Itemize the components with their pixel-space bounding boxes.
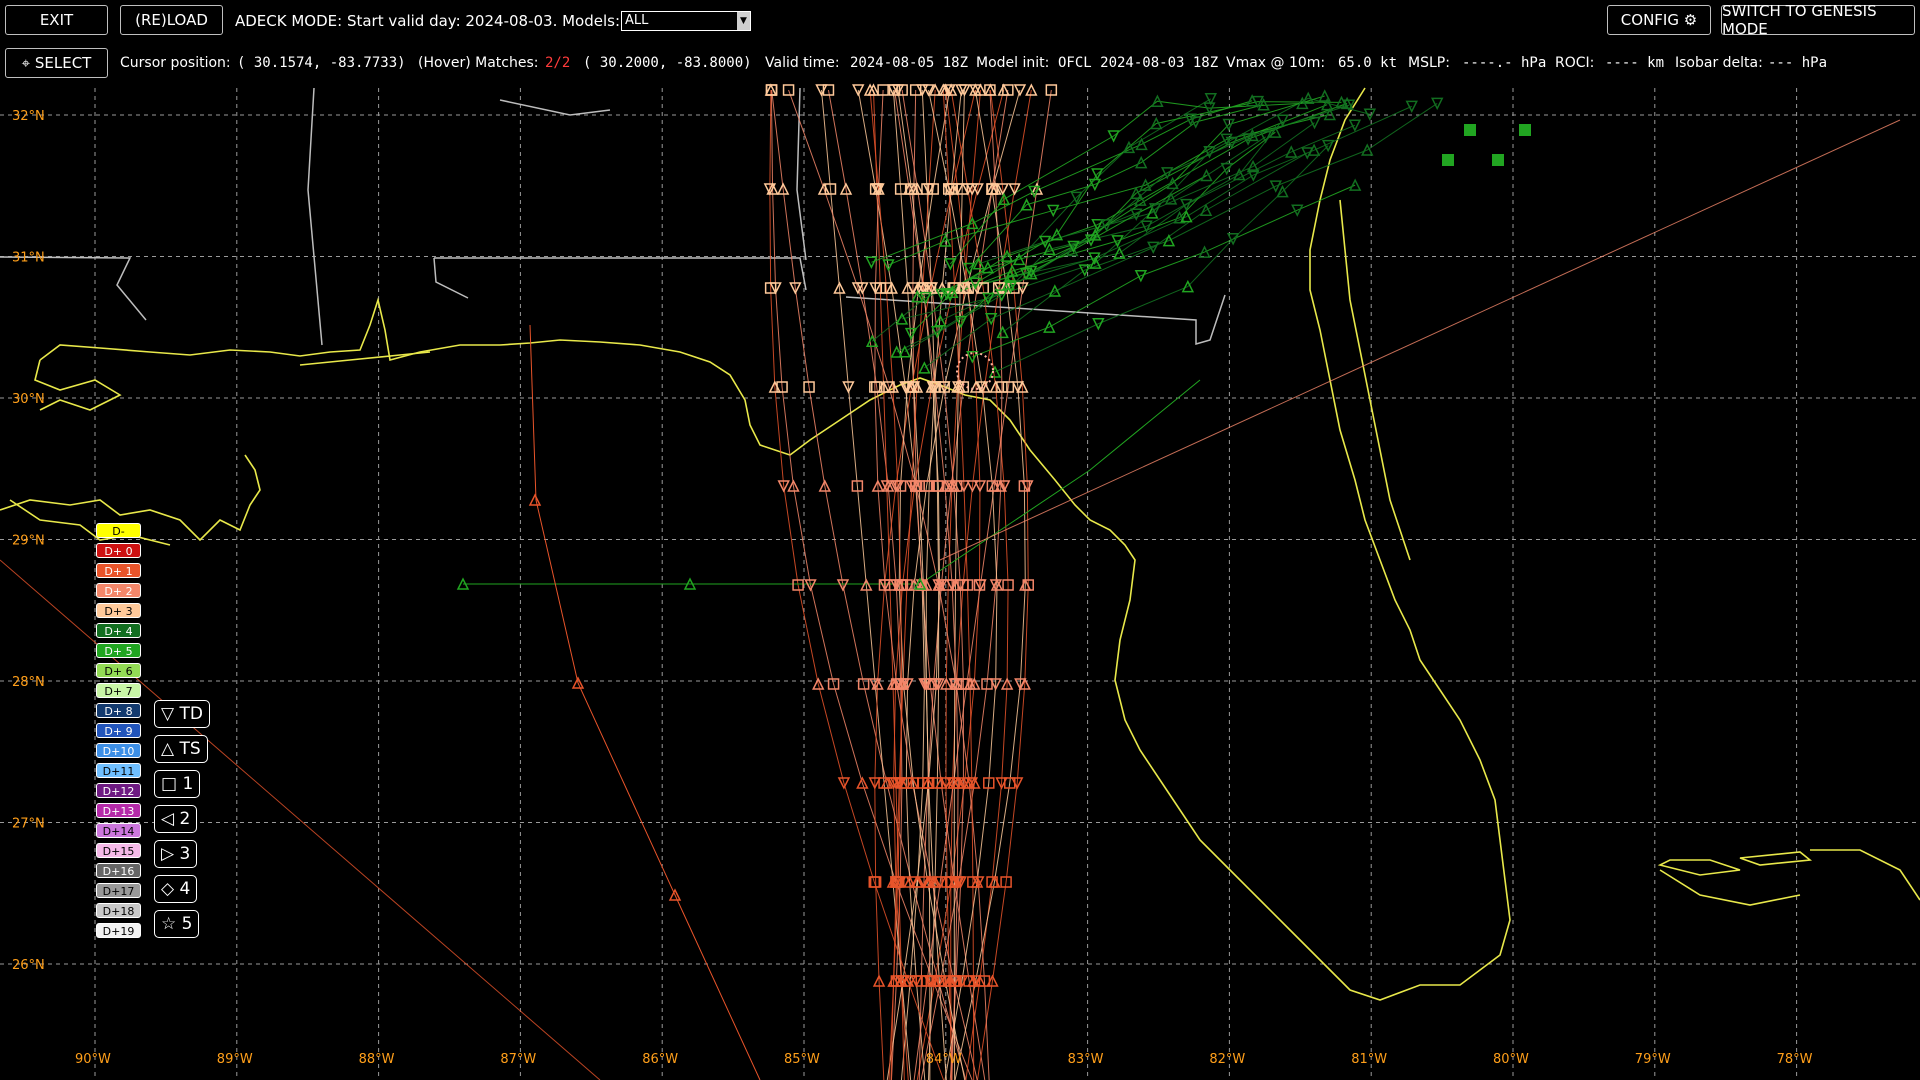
exit-button[interactable]: EXIT <box>5 5 108 35</box>
legend-day-swatch: D+ 5 <box>96 643 141 658</box>
forecast-track-line <box>529 324 761 1080</box>
lon-label: 86°W <box>642 1052 678 1067</box>
lon-label: 87°W <box>500 1052 536 1067</box>
legend-intensity-item: ▷ 3 <box>154 840 198 868</box>
vmax-label: Vmax @ 10m: <box>1226 55 1326 71</box>
forecast-track-line <box>463 379 1201 585</box>
lon-label: 82°W <box>1209 1052 1245 1067</box>
lon-label: 89°W <box>217 1052 253 1067</box>
lat-label: 29°N <box>12 534 45 549</box>
lat-label: 28°N <box>12 675 45 690</box>
track-point-marker <box>1442 154 1454 166</box>
forecast-track-line <box>939 119 1901 561</box>
legend-day-swatch: D+18 <box>96 903 141 918</box>
mslp-value: ----.- hPa <box>1462 55 1547 71</box>
mslp-label: MSLP: <box>1408 55 1450 71</box>
lat-label: 31°N <box>12 251 45 266</box>
legend-day-swatch: D+ 4 <box>96 623 141 638</box>
latitude-labels: 32°N 31°N 30°N 29°N 28°N 27°N 26°N <box>12 109 45 973</box>
legend-intensity-item: ◁ 2 <box>154 805 198 833</box>
model-filter-value: ALL <box>625 13 649 28</box>
vmax-value: 65.0 kt <box>1338 55 1398 71</box>
lat-label: 30°N <box>12 392 45 407</box>
lat-label: 32°N <box>12 109 45 124</box>
valid-time-label: Valid time: <box>765 55 840 71</box>
chevron-down-icon: ▼ <box>737 12 750 30</box>
forecast-track-line <box>0 559 601 1080</box>
adeck-mode-text: ADECK MODE: Start valid day: 2024-08-03.… <box>235 12 669 30</box>
cursor-position-value: ( 30.1574, -83.7733) <box>237 55 406 71</box>
lon-label: 78°W <box>1777 1052 1813 1067</box>
longitude-labels: 90°W 89°W 88°W 87°W 86°W 85°W 84°W 83°W 82°W 81°W… <box>75 1052 1813 1067</box>
map-canvas[interactable]: 32°N 31°N 30°N 29°N 28°N 27°N 26°N 90°W 89°W 88°… <box>0 0 1920 1080</box>
legend-day-swatch: D+19 <box>96 923 141 938</box>
model-init-value: OFCL 2024-08-03 18Z <box>1058 55 1219 71</box>
lat-label: 27°N <box>12 817 45 832</box>
lon-label: 90°W <box>75 1052 111 1067</box>
track-point-marker <box>528 493 542 506</box>
legend-intensity-item: △ TS <box>154 735 208 763</box>
lon-label: 85°W <box>784 1052 820 1067</box>
reload-button[interactable]: (RE)LOAD <box>120 5 223 35</box>
legend-day-swatch: D+ 8 <box>96 703 141 718</box>
legend-day-swatch: D+16 <box>96 863 141 878</box>
coastline <box>0 87 1920 1001</box>
lon-label: 83°W <box>1068 1052 1104 1067</box>
cursor-position-label: Cursor position: <box>120 55 231 71</box>
lon-label: 84°W <box>926 1052 962 1067</box>
track-point-marker <box>1464 124 1476 136</box>
legend-day-swatch: D+14 <box>96 823 141 838</box>
track-point-marker <box>1519 124 1531 136</box>
model-filter-select[interactable]: ALL ▼ <box>621 11 751 31</box>
legend-day-swatch: D- <box>96 523 141 538</box>
hover-matches-label: (Hover) Matches: <box>418 55 539 71</box>
legend-day-swatch: D+11 <box>96 763 141 778</box>
legend-day-swatch: D+17 <box>96 883 141 898</box>
roci-label: ROCI: <box>1555 55 1595 71</box>
legend-intensity-item: ▽ TD <box>154 700 210 728</box>
lon-label: 88°W <box>359 1052 395 1067</box>
hover-matches-count: 2/2 <box>545 55 571 71</box>
state-borders <box>0 87 1226 346</box>
isobar-delta-label: Isobar delta: <box>1675 55 1763 71</box>
roci-value: ---- km <box>1605 55 1665 71</box>
hover-position-value: ( 30.2000, -83.8000) <box>583 55 752 71</box>
legend-day-swatch: D+ 9 <box>96 723 141 738</box>
model-init-label: Model init: <box>976 55 1050 71</box>
legend-day-swatch: D+13 <box>96 803 141 818</box>
valid-time-value: 2024-08-05 18Z <box>850 55 969 71</box>
lon-label: 79°W <box>1635 1052 1671 1067</box>
legend-day-swatch: D+ 2 <box>96 583 141 598</box>
legend-day-swatch: D+ 0 <box>96 543 141 558</box>
forecast-track-line <box>949 100 1303 265</box>
switch-genesis-mode-button[interactable]: SWITCH TO GENESIS MODE <box>1721 2 1915 38</box>
config-button[interactable]: CONFIG ⚙ <box>1607 5 1711 35</box>
legend-day-swatch: D+ 6 <box>96 663 141 678</box>
legend-intensity-item: ◇ 4 <box>154 875 198 903</box>
legend-day-swatch: D+15 <box>96 843 141 858</box>
legend-day-swatch: D+ 1 <box>96 563 141 578</box>
track-point-marker <box>1492 154 1504 166</box>
legend-intensity-item: ☆ 5 <box>154 910 200 938</box>
legend-intensity-item: □ 1 <box>154 770 201 798</box>
legend-day-swatch: D+12 <box>96 783 141 798</box>
legend-day-swatch: D+ 3 <box>96 603 141 618</box>
lat-label: 26°N <box>12 958 45 973</box>
select-tool-button[interactable]: ⌖ SELECT <box>5 48 108 78</box>
legend-day-swatch: D+10 <box>96 743 141 758</box>
lon-label: 80°W <box>1493 1052 1529 1067</box>
isobar-delta-value: --- hPa <box>1768 55 1828 71</box>
legend-day-swatch: D+ 7 <box>96 683 141 698</box>
lon-label: 81°W <box>1351 1052 1387 1067</box>
